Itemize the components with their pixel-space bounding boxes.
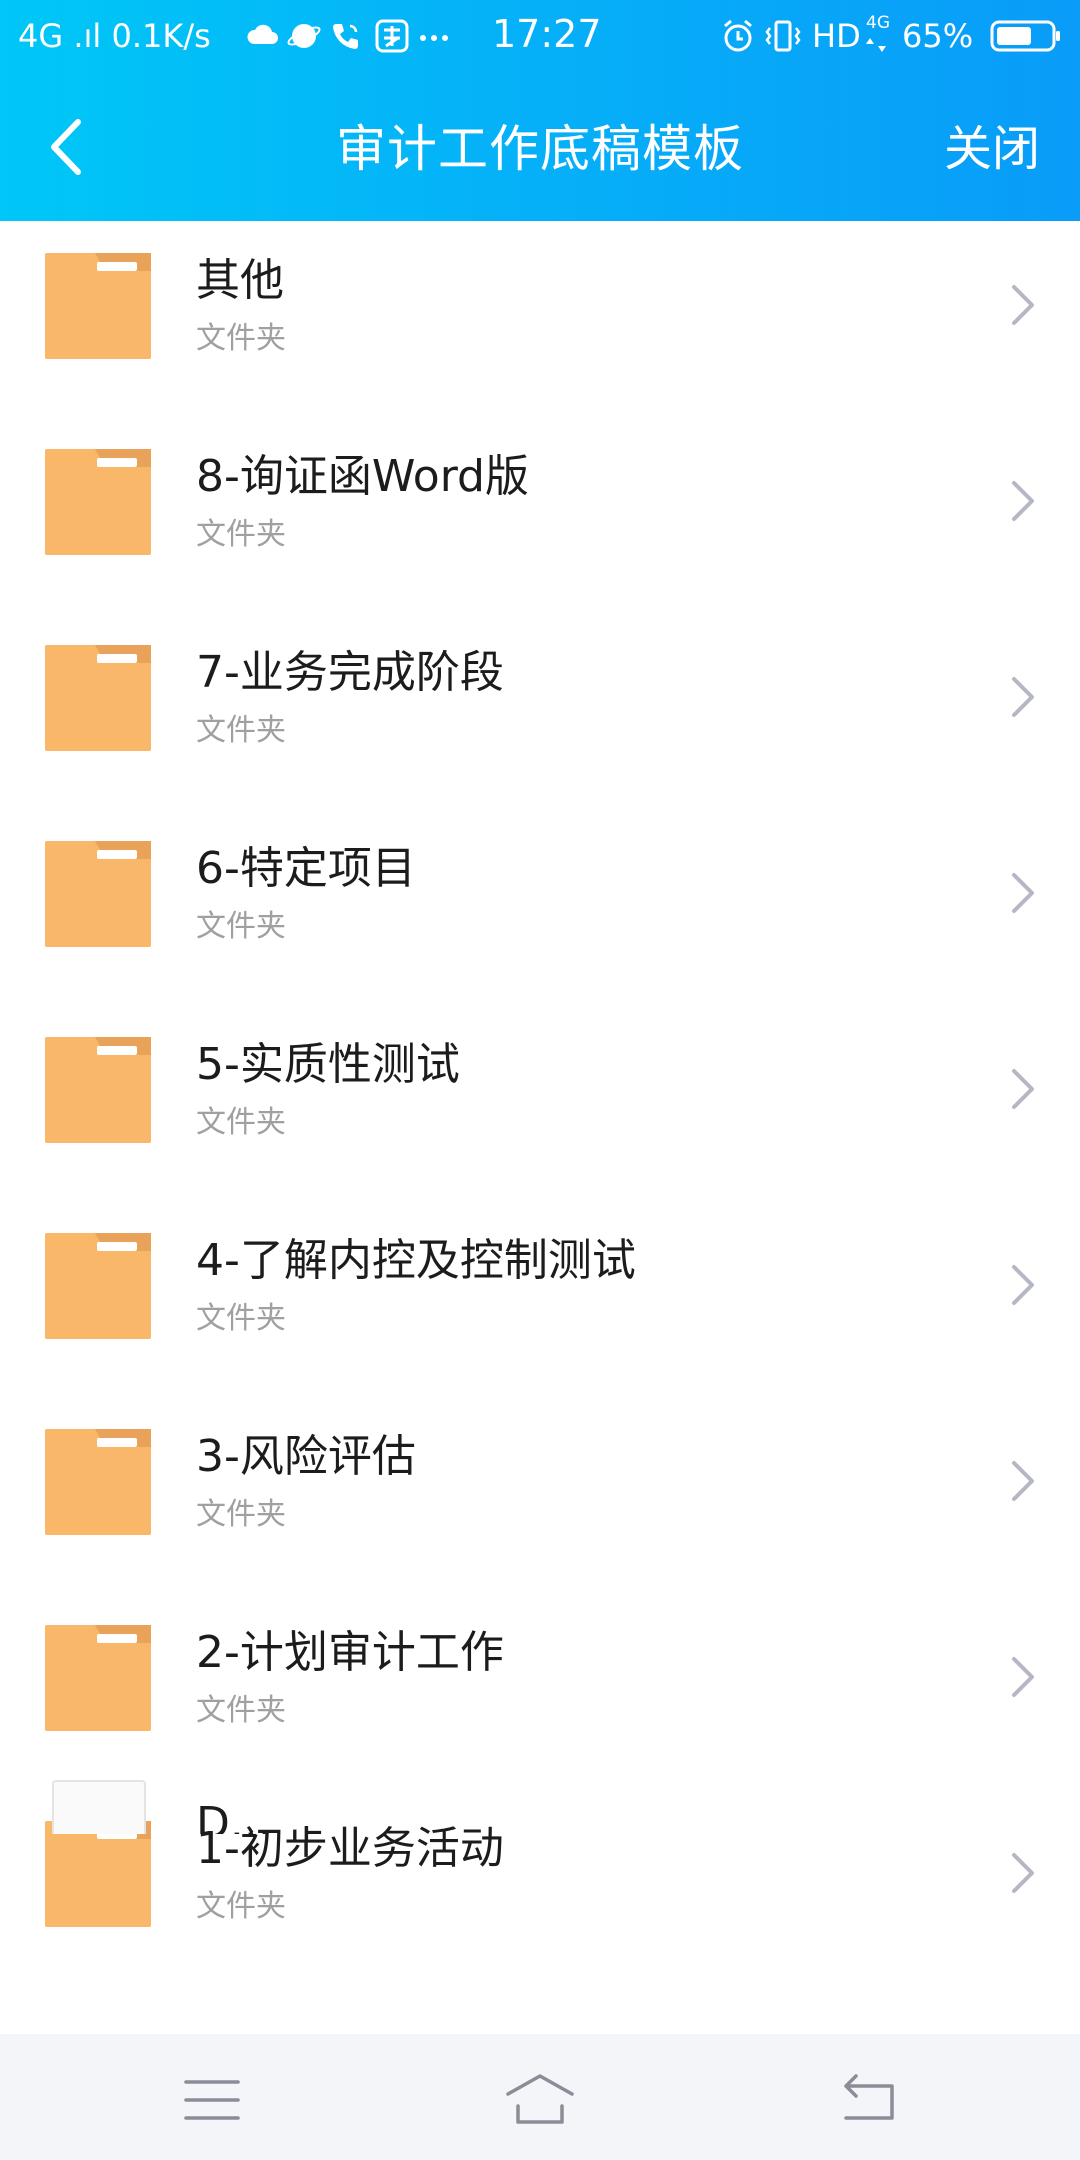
menu-button[interactable]: [172, 2072, 252, 2128]
chevron-right-icon: [1012, 1265, 1034, 1305]
return-button[interactable]: [828, 2072, 908, 2128]
item-subtitle: 文件夹: [196, 909, 286, 944]
chevron-right-icon: [1012, 1657, 1034, 1697]
list-item[interactable]: 8-询证函Word版文件夹: [0, 417, 1080, 613]
folder-icon: [45, 1625, 151, 1731]
folder-icon: [45, 1037, 151, 1143]
list-item-partial[interactable]: D...: [0, 1764, 1080, 1834]
list-item[interactable]: 7-业务完成阶段文件夹: [0, 613, 1080, 809]
item-subtitle: 文件夹: [196, 1105, 286, 1140]
status-bar: 4G .ıl 0.1K/s 17:27 HD 4G 65%: [0, 0, 1080, 72]
screen: 4G .ıl 0.1K/s 17:27 HD 4G 65% 审计工作底稿模板 关…: [0, 0, 1080, 2160]
close-button[interactable]: 关闭: [944, 114, 1040, 184]
item-title: 2-计划审计工作: [196, 1627, 504, 1678]
header: 4G .ıl 0.1K/s 17:27 HD 4G 65% 审计工作底稿模板 关…: [0, 0, 1080, 221]
list-item[interactable]: 2-计划审计工作文件夹: [0, 1593, 1080, 1789]
item-title: 其他: [196, 255, 284, 306]
item-subtitle: 文件夹: [196, 321, 286, 356]
folder-icon: [45, 1429, 151, 1535]
folder-icon: [45, 1233, 151, 1339]
item-subtitle: 文件夹: [196, 1301, 286, 1336]
status-time: 17:27: [492, 12, 602, 56]
return-icon: [844, 2074, 894, 2120]
folder-icon: [45, 645, 151, 751]
item-subtitle: 文件夹: [196, 1889, 286, 1924]
alarm-icon: [724, 19, 752, 52]
item-subtitle: 文件夹: [196, 517, 286, 552]
folder-icon: [45, 253, 151, 359]
item-title: 6-特定项目: [196, 843, 416, 894]
title-bar: 审计工作底稿模板 关闭: [0, 100, 1080, 200]
battery-icon: [990, 20, 1060, 52]
menu-icon: [184, 2080, 240, 2120]
item-title: D...: [196, 1798, 272, 1834]
chevron-right-icon: [1012, 481, 1034, 521]
phone-call-icon: [333, 24, 358, 49]
home-button[interactable]: [500, 2072, 580, 2128]
item-title: 7-业务完成阶段: [196, 647, 504, 698]
chevron-right-icon: [1012, 677, 1034, 717]
chevron-right-icon: [1012, 1069, 1034, 1109]
item-title: 5-实质性测试: [196, 1039, 460, 1090]
list-item[interactable]: 4-了解内控及控制测试文件夹: [0, 1201, 1080, 1397]
item-title: 4-了解内控及控制测试: [196, 1235, 636, 1286]
folder-icon: [45, 841, 151, 947]
folder-icon: [45, 1821, 151, 1927]
status-4g-small: 4G: [866, 13, 890, 33]
folder-list: 其他 文件夹 8-询证函Word版 文件夹 7-业务完成阶段 文件夹 6-特定项目 文件夹 5-…: [0, 221, 1080, 1985]
battery-percent: 65%: [902, 17, 974, 55]
list-item[interactable]: 5-实质性测试文件夹: [0, 1005, 1080, 1201]
page-title: 审计工作底稿模板: [336, 120, 744, 178]
cloud-icon: [247, 24, 278, 44]
item-title: 8-询证函Word版: [196, 451, 529, 502]
navigation-bar: [0, 2034, 1080, 2160]
status-hd: HD: [812, 17, 861, 55]
chevron-right-icon: [1012, 873, 1034, 913]
item-title: 3-风险评估: [196, 1431, 416, 1482]
chevron-right-icon: [1012, 1853, 1034, 1893]
item-subtitle: 文件夹: [196, 713, 286, 748]
chevron-right-icon: [1012, 1461, 1034, 1501]
item-subtitle: 文件夹: [196, 1693, 286, 1728]
status-network: 4G .ıl 0.1K/s: [18, 17, 211, 55]
list-item[interactable]: 3-风险评估文件夹: [0, 1397, 1080, 1593]
list-item[interactable]: 其他 文件夹: [0, 221, 1080, 417]
payment-app-icon: [375, 19, 409, 53]
list-item[interactable]: 6-特定项目文件夹: [0, 809, 1080, 1005]
planet-icon: [287, 24, 321, 48]
vibrate-icon: [765, 20, 801, 52]
folder-icon: [45, 449, 151, 555]
data-arrows-icon: [866, 38, 886, 52]
file-thumbnail-icon: [52, 1780, 146, 1834]
chevron-right-icon: [1012, 285, 1034, 325]
more-dots-icon: [420, 35, 448, 41]
home-icon: [506, 2074, 574, 2124]
item-subtitle: 文件夹: [196, 1497, 286, 1532]
